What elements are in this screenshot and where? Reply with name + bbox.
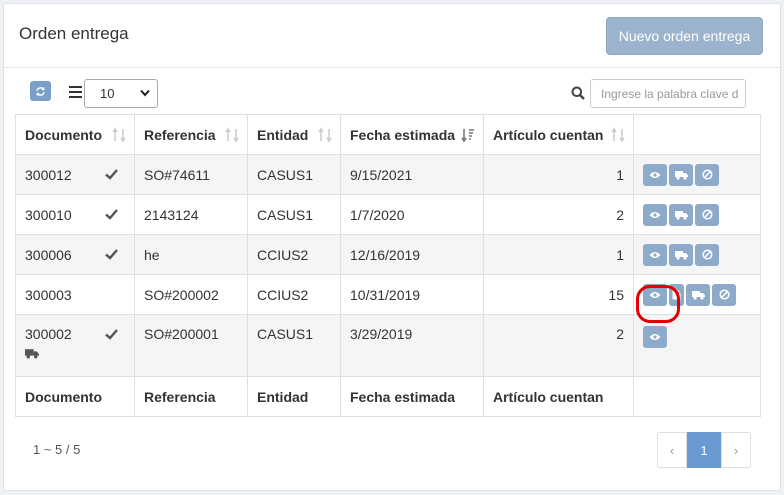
eye-icon — [649, 334, 661, 340]
check-icon — [105, 249, 118, 260]
ban-icon — [701, 249, 713, 260]
table-footer-row: Documento Referencia Entidad Fecha estim… — [15, 376, 761, 417]
page-title: Orden entrega — [19, 24, 129, 43]
cell-cuentan: 2 — [483, 194, 634, 235]
truck-icon — [674, 170, 688, 180]
new-delivery-order-button[interactable]: Nuevo orden entrega — [606, 17, 763, 55]
check-icon — [105, 329, 118, 340]
view-button[interactable] — [643, 203, 667, 226]
eye-icon — [649, 171, 661, 178]
view-button[interactable] — [643, 243, 667, 266]
search-icon — [571, 86, 585, 100]
cancel-button[interactable] — [695, 163, 719, 186]
delivery-orders-table: Documento Referencia Entidad Fecha estim… — [15, 114, 761, 417]
cell-cuentan: 1 — [483, 154, 634, 195]
ship-button[interactable] — [669, 163, 693, 186]
cell-cuentan: 2 — [483, 314, 634, 377]
footer-documento: Documento — [15, 376, 135, 417]
footer-fecha-estimada: Fecha estimada — [340, 376, 484, 417]
truck-icon — [674, 210, 688, 220]
page-button-1[interactable]: 1 — [687, 432, 721, 468]
list-icon — [69, 86, 82, 98]
refresh-button[interactable] — [30, 81, 51, 101]
cell-fecha: 10/31/2019 — [340, 274, 484, 315]
cell-referencia: SO#200002 — [134, 274, 248, 315]
table-row: 300010 2143124 CASUS1 1/7/2020 2 — [15, 194, 761, 235]
cell-cuentan: 1 — [483, 234, 634, 275]
cell-documento: 300006 — [25, 246, 72, 263]
search-input[interactable] — [590, 79, 746, 108]
column-header-entidad[interactable]: Entidad — [247, 114, 341, 155]
cell-entidad: CASUS1 — [247, 154, 341, 195]
cell-fecha: 12/16/2019 — [340, 234, 484, 275]
cell-referencia: 2143124 — [134, 194, 248, 235]
sort-icon — [112, 127, 126, 143]
eye-icon — [649, 211, 661, 218]
cell-documento: 300002 — [25, 326, 72, 342]
refresh-icon — [36, 86, 45, 96]
column-header-documento[interactable]: Documento — [15, 114, 135, 155]
cell-fecha: 1/7/2020 — [340, 194, 484, 235]
ship-button[interactable] — [669, 243, 693, 266]
cancel-button[interactable] — [712, 283, 736, 306]
truck-icon — [691, 290, 705, 300]
truck-icon — [25, 349, 39, 359]
ban-icon — [701, 209, 713, 220]
chevron-down-icon — [140, 89, 150, 97]
ban-icon — [718, 289, 730, 300]
page-size-value: 10 — [100, 86, 115, 101]
cell-documento: 300010 — [25, 206, 72, 223]
sort-icon — [225, 127, 239, 143]
view-button[interactable] — [643, 326, 667, 348]
pagination-summary: 1 ~ 5 / 5 — [33, 442, 81, 457]
table-row: 300006 he CCIUS2 12/16/2019 1 — [15, 234, 761, 275]
cell-fecha: 3/29/2019 — [340, 314, 484, 377]
ship-button[interactable] — [686, 283, 710, 306]
cell-cuentan: 15 — [483, 274, 634, 315]
table-toolbar: 10 — [0, 64, 784, 114]
column-header-fecha-estimada[interactable]: Fecha estimada — [340, 114, 484, 155]
cell-entidad: CASUS1 — [247, 194, 341, 235]
highlight-annotation — [636, 285, 680, 323]
check-icon — [105, 209, 118, 220]
next-page-button[interactable]: › — [721, 432, 751, 468]
cell-referencia: he — [134, 234, 248, 275]
view-button[interactable] — [643, 163, 667, 186]
table-row: 300012 SO#74611 CASUS1 9/15/2021 1 — [15, 154, 761, 195]
column-header-articulo-cuentan[interactable]: Artículo cuentan — [483, 114, 634, 155]
footer-referencia: Referencia — [134, 376, 248, 417]
ban-icon — [701, 169, 713, 180]
table-header-row: Documento Referencia Entidad Fecha estim… — [15, 114, 761, 155]
sort-desc-icon — [461, 129, 474, 143]
cell-documento: 300012 — [25, 166, 72, 183]
truck-icon — [674, 250, 688, 260]
cancel-button[interactable] — [695, 243, 719, 266]
footer-articulo-cuentan: Artículo cuentan — [483, 376, 634, 417]
column-header-actions — [633, 114, 761, 155]
footer-actions — [633, 376, 761, 417]
cell-fecha: 9/15/2021 — [340, 154, 484, 195]
sort-icon — [611, 127, 625, 143]
cell-entidad: CCIUS2 — [247, 234, 341, 275]
pagination: ‹ 1 › — [657, 432, 751, 468]
table-row: 300002 SO#200001 CASUS1 3/29/2019 2 — [15, 314, 761, 377]
cell-entidad: CASUS1 — [247, 314, 341, 377]
cell-referencia: SO#74611 — [134, 154, 248, 195]
prev-page-button[interactable]: ‹ — [657, 432, 687, 468]
cell-entidad: CCIUS2 — [247, 274, 341, 315]
panel-header: Orden entrega Nuevo orden entrega — [4, 4, 780, 68]
sort-icon — [318, 127, 332, 143]
cell-referencia: SO#200001 — [134, 314, 248, 377]
page-size-select[interactable]: 10 — [84, 79, 158, 108]
ship-button[interactable] — [669, 203, 693, 226]
footer-entidad: Entidad — [247, 376, 341, 417]
column-header-referencia[interactable]: Referencia — [134, 114, 248, 155]
cancel-button[interactable] — [695, 203, 719, 226]
eye-icon — [649, 251, 661, 258]
cell-documento: 300003 — [25, 286, 72, 303]
check-icon — [105, 169, 118, 180]
